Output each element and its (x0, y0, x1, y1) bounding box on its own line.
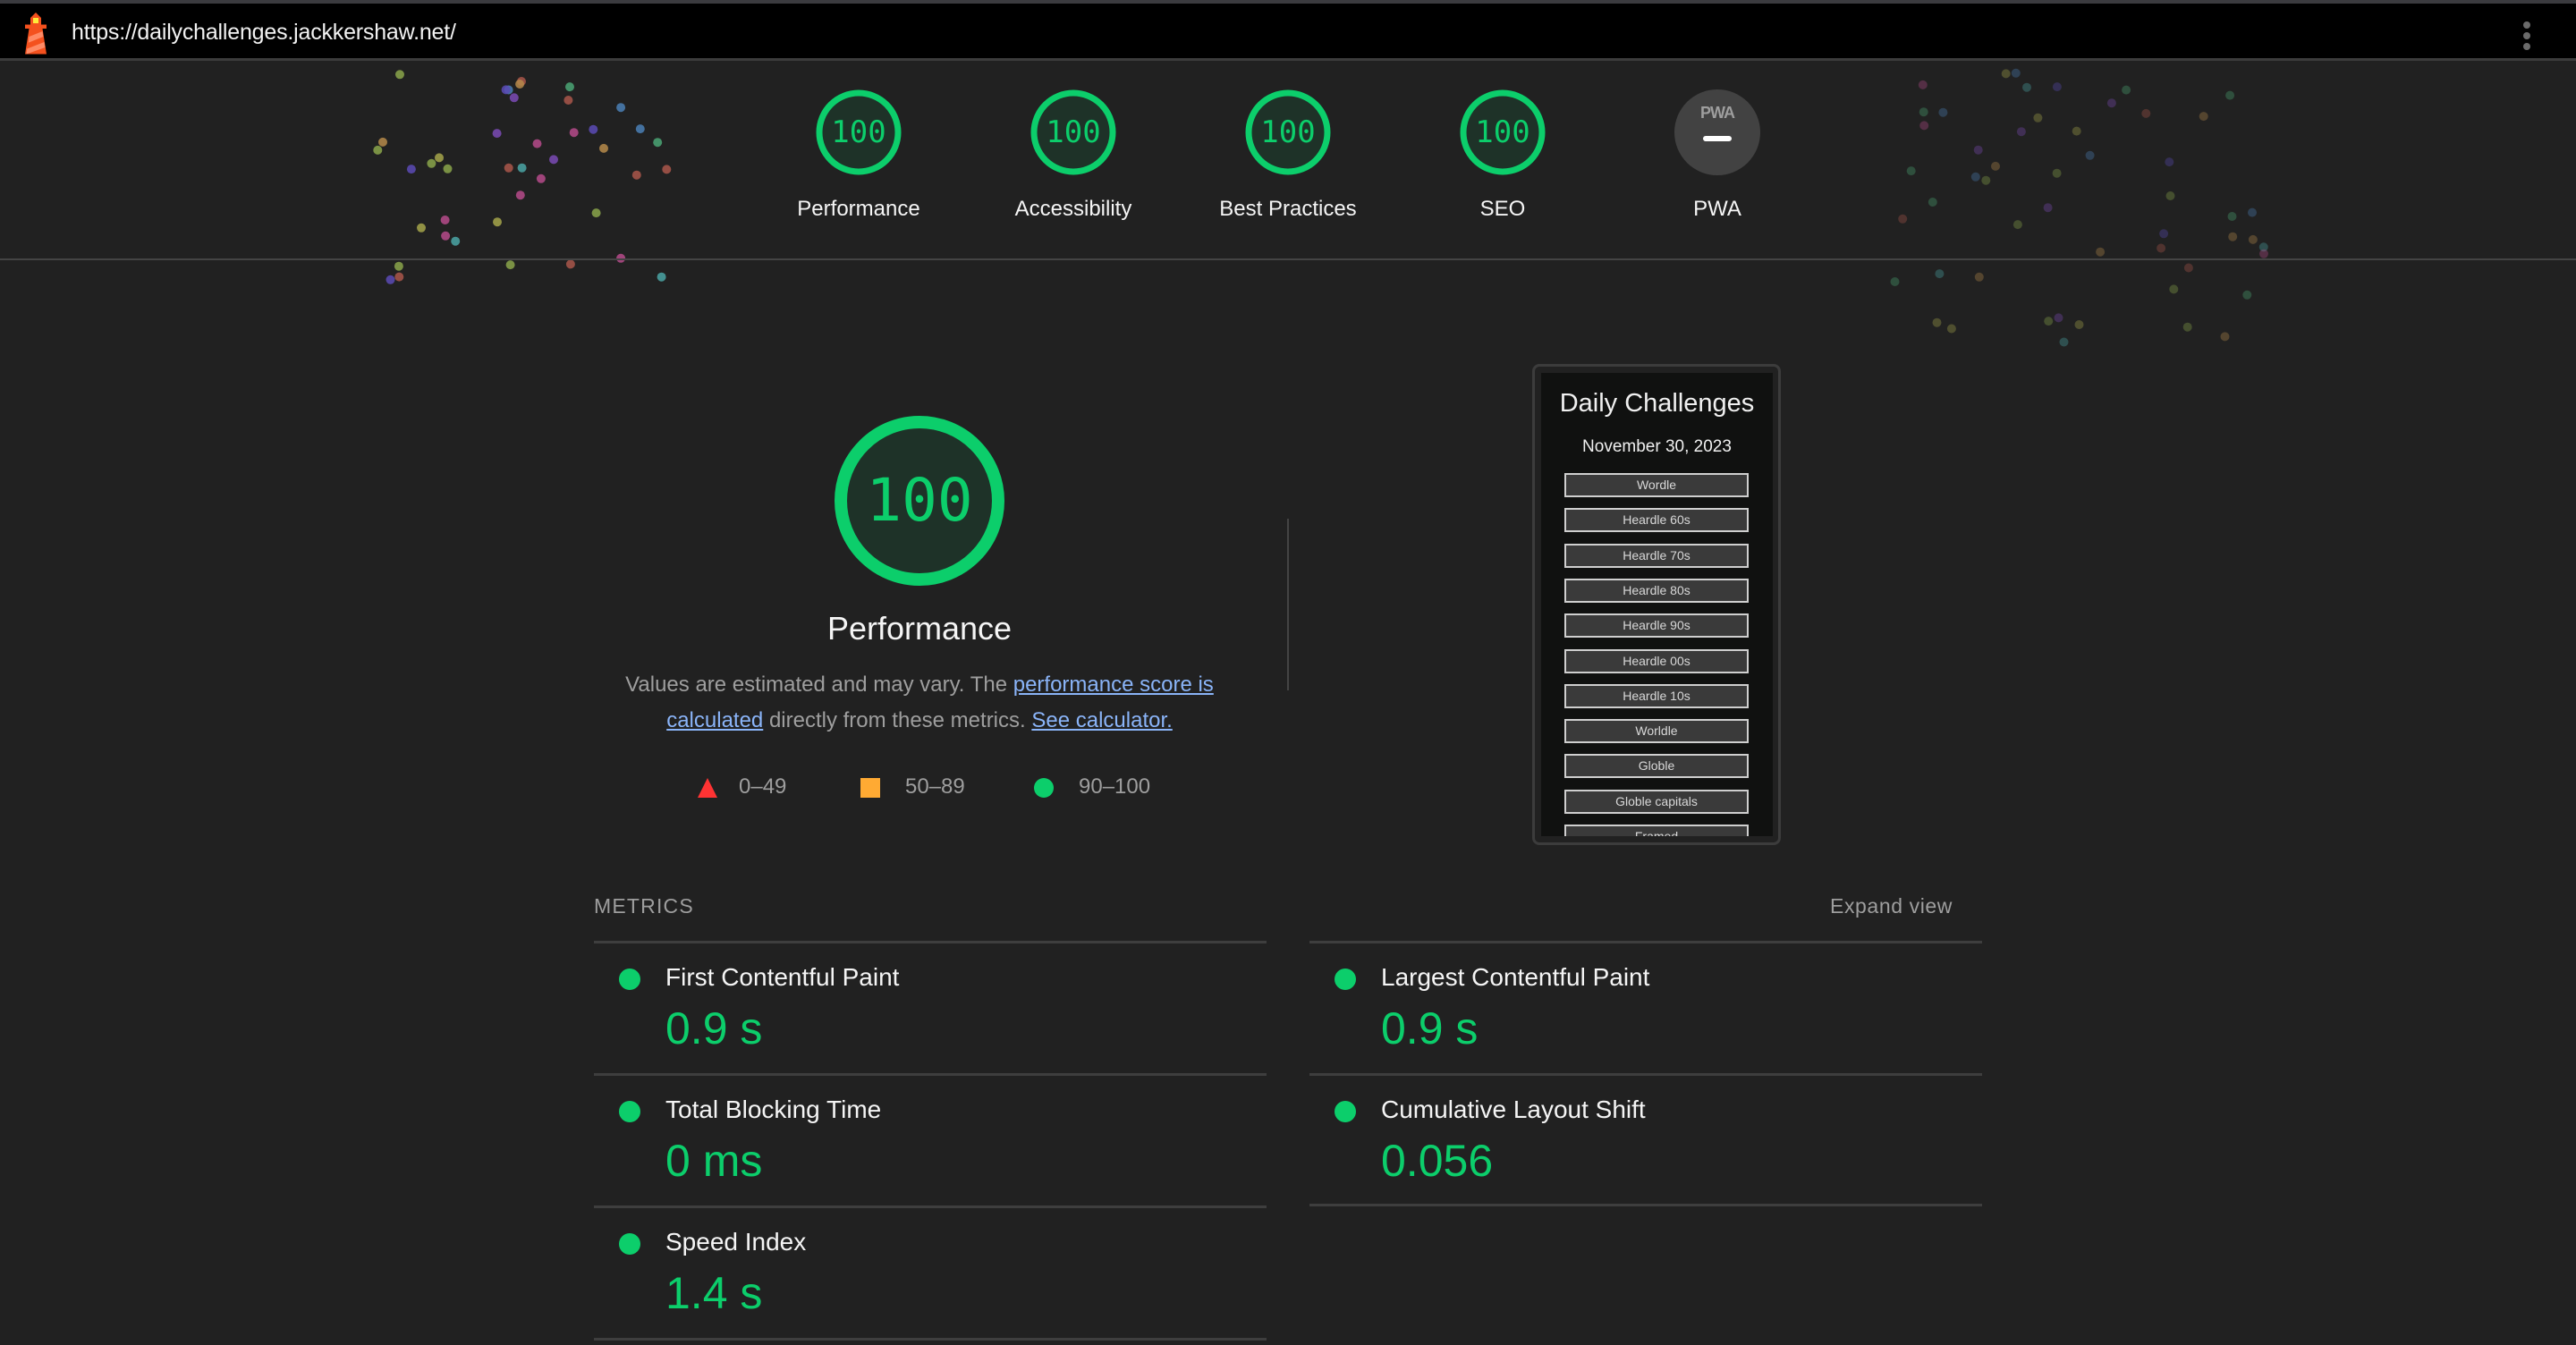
page-screenshot[interactable]: Daily Challenges November 30, 2023 Wordl… (1541, 373, 1773, 836)
see-calculator-link[interactable]: See calculator. (1031, 708, 1172, 732)
metric-total-blocking-time: Total Blocking Time 0 ms (594, 1076, 1267, 1208)
metric-cumulative-layout-shift: Cumulative Layout Shift 0.056 (1309, 1076, 1982, 1208)
pass-circle-icon (619, 1233, 640, 1255)
gauge-ring: 100 (1460, 89, 1546, 175)
gauge-accessibility[interactable]: 100 Accessibility (984, 89, 1163, 222)
pass-circle-icon (619, 1101, 640, 1122)
confetti-dot (1974, 272, 1984, 282)
gauge-score: 100 (1046, 114, 1101, 150)
metric-value: 1.4 s (665, 1268, 763, 1318)
description-text: Values are estimated and may vary. The (625, 672, 1013, 697)
report-url-link[interactable]: https://dailychallenges.jackkershaw.net/ (72, 20, 456, 46)
square-icon (860, 778, 880, 798)
screenshot-challenge-button: Framed (1564, 825, 1749, 836)
score-legend: 0–49 50–89 90–100 (0, 774, 2576, 801)
gauge-label: Best Practices (1219, 197, 1357, 221)
confetti-dot (2242, 290, 2252, 300)
metric-largest-contentful-paint: Largest Contentful Paint 0.9 s (1309, 943, 1982, 1076)
screenshot-title: Daily Challenges (1559, 389, 1755, 418)
metric-label: Total Blocking Time (665, 1095, 882, 1123)
confetti-dot (394, 272, 404, 282)
pwa-badge-icon: PWA (1674, 89, 1760, 175)
gauge-ring: 100 (1030, 89, 1116, 175)
screenshot-challenge-button: Wordle (1564, 473, 1749, 497)
gauge-seo[interactable]: 100 SEO (1413, 89, 1592, 222)
confetti-dot (2054, 313, 2063, 323)
pass-circle-icon (619, 969, 640, 990)
metrics-divider (594, 1338, 1267, 1341)
screenshot-challenge-button: Heardle 90s (1564, 613, 1749, 639)
header-divider (0, 258, 2576, 260)
gauge-ring: 100 (1245, 89, 1331, 175)
circle-icon (1034, 778, 1054, 798)
confetti-dot (2059, 337, 2069, 347)
top-bar: https://dailychallenges.jackkershaw.net/ (0, 4, 2576, 61)
vertical-divider (1287, 519, 1289, 690)
metric-value: 0.056 (1381, 1136, 1494, 1186)
description-text: directly from these metrics. (763, 708, 1032, 732)
metric-label: First Contentful Paint (665, 963, 900, 991)
screenshot-challenge-button: Heardle 60s (1564, 508, 1749, 533)
metric-value: 0.9 s (1381, 1003, 1479, 1053)
pass-circle-icon (1335, 1101, 1356, 1122)
gauge-pwa[interactable]: PWA PWA (1628, 89, 1807, 222)
gauge-label: Performance (797, 197, 920, 221)
legend-range: 50–89 (905, 774, 965, 799)
gauge-score: 100 (1475, 114, 1530, 150)
screenshot-date: November 30, 2023 (1582, 437, 1732, 456)
metric-label: Largest Contentful Paint (1381, 963, 1650, 991)
confetti-dot (1946, 324, 1956, 334)
gauge-label: PWA (1693, 197, 1741, 221)
confetti-dot (2220, 332, 2230, 342)
confetti-dot (2044, 317, 2054, 326)
pass-circle-icon (1335, 969, 1356, 990)
gauge-label: SEO (1479, 197, 1526, 221)
legend-range: 90–100 (1079, 774, 1151, 799)
gauge-score: 100 (831, 114, 886, 150)
performance-title: Performance (826, 610, 1013, 647)
confetti-dot (2169, 284, 2179, 294)
screenshot-challenge-button: Heardle 80s (1564, 578, 1749, 603)
screenshot-challenge-button: Heardle 70s (1564, 543, 1749, 568)
pwa-badge-text: PWA (1699, 104, 1735, 122)
gauge-label: Accessibility (1014, 197, 1132, 221)
triangle-icon (698, 778, 717, 798)
screenshot-challenge-button: Heardle 10s (1564, 683, 1749, 708)
metric-label: Speed Index (665, 1228, 807, 1256)
gauge-ring: 100 (816, 89, 902, 175)
metric-value: 0 ms (665, 1136, 763, 1186)
metric-first-contentful-paint: First Contentful Paint 0.9 s (594, 943, 1267, 1076)
screenshot-challenge-button: Globle capitals (1564, 789, 1749, 814)
confetti-dot (386, 275, 395, 284)
confetti-dot (394, 261, 403, 271)
screenshot-challenge-button: Worldle (1564, 719, 1749, 744)
metric-label: Cumulative Layout Shift (1381, 1095, 1646, 1123)
confetti-dot (2074, 320, 2084, 329)
confetti-dot (2182, 322, 2192, 332)
screenshot-challenge-button: Globle (1564, 754, 1749, 779)
pwa-dash-icon (1703, 136, 1732, 141)
gauge-score: 100 (1260, 114, 1316, 150)
confetti-dot (2183, 263, 2193, 273)
metrics-divider (1309, 1204, 1982, 1206)
confetti-dot (1890, 277, 1900, 286)
metrics-heading: METRICS (594, 894, 694, 918)
legend-range: 0–49 (739, 774, 787, 799)
performance-description: Values are estimated and may vary. The p… (617, 667, 1222, 739)
screenshot-challenge-button: Heardle 00s (1564, 648, 1749, 673)
confetti-dot (1932, 317, 1942, 327)
metric-speed-index: Speed Index 1.4 s (594, 1208, 1267, 1341)
metric-value: 0.9 s (665, 1003, 763, 1053)
confetti-dot (657, 272, 666, 282)
confetti-dot (565, 259, 575, 269)
lighthouse-icon (25, 13, 47, 55)
gauge-best-practices[interactable]: 100 Best Practices (1199, 89, 1377, 222)
confetti-dot (505, 260, 515, 270)
kebab-menu-icon[interactable] (2518, 18, 2536, 54)
expand-view-toggle[interactable]: Expand view (1830, 894, 1953, 918)
confetti-dot (1935, 269, 1945, 279)
performance-score: 100 (866, 466, 973, 535)
gauge-performance[interactable]: 100 Performance (769, 89, 948, 222)
